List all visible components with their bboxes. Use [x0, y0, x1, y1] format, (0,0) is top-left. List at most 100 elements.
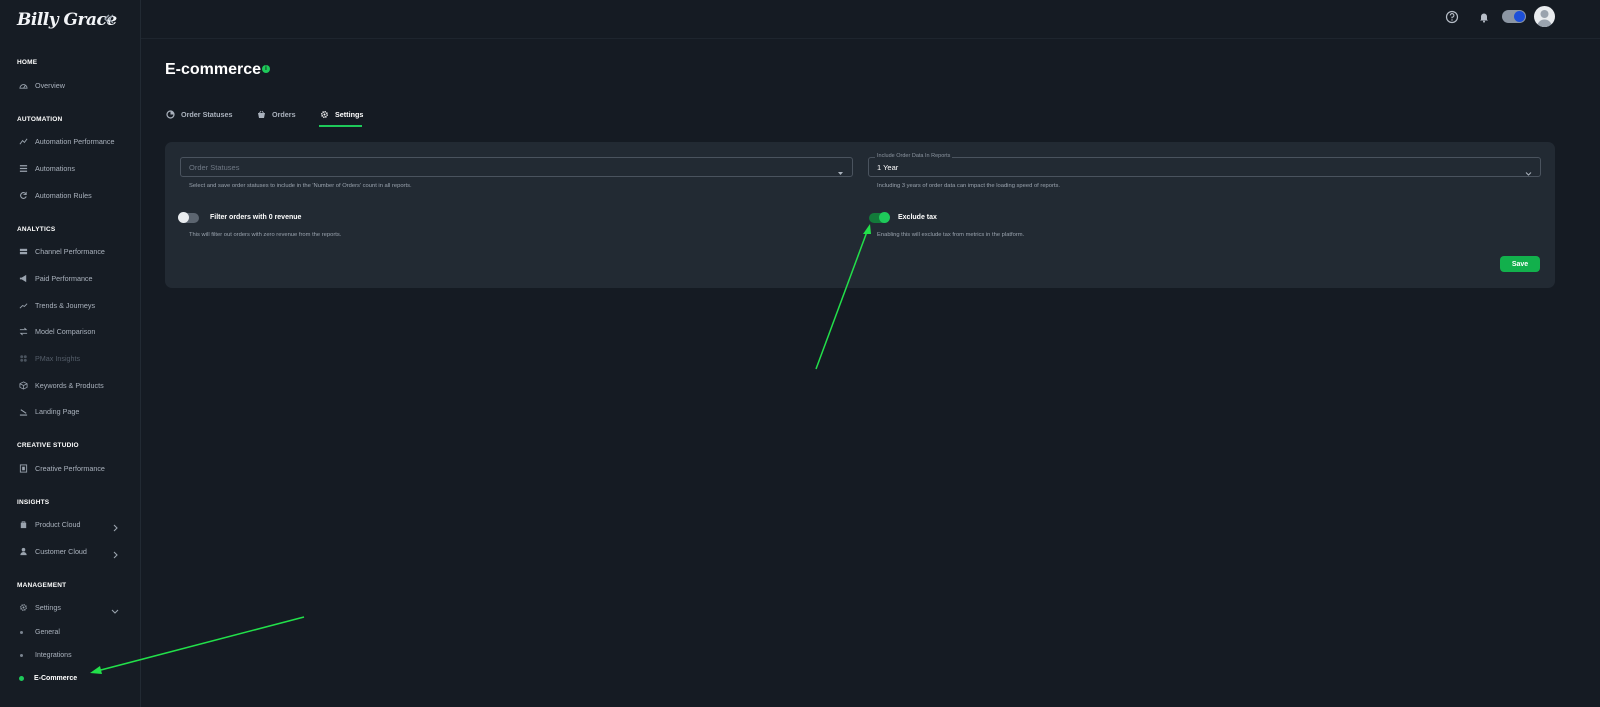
- sidebar-item-label: Paid Performance: [35, 273, 93, 283]
- section-title-automation: AUTOMATION: [17, 116, 63, 123]
- order-data-period-select[interactable]: Include Order Data In Reports 1 Year: [868, 153, 1541, 177]
- exclude-tax-toggle[interactable]: [869, 212, 890, 223]
- theme-toggle[interactable]: [1502, 10, 1526, 23]
- top-bar: [141, 0, 1600, 39]
- sidebar-subitem-label: Integrations: [35, 651, 72, 659]
- tab-orders[interactable]: Orders: [256, 104, 296, 124]
- sidebar-item-keywords-products[interactable]: Keywords & Products: [17, 376, 127, 394]
- sidebar-item-automation-performance[interactable]: Automation Performance: [17, 132, 127, 150]
- swap-icon: [17, 325, 29, 337]
- tab-settings[interactable]: Settings: [319, 104, 363, 124]
- sidebar: Billy Grace HOME Overview AUTOMATION Aut…: [0, 0, 141, 707]
- sidebar-item-automation-rules[interactable]: Automation Rules: [17, 186, 127, 204]
- image-icon: [17, 462, 29, 474]
- moon-icon: [1514, 11, 1525, 22]
- chart-line-icon: [17, 135, 29, 147]
- grid-icon: [17, 352, 29, 364]
- sidebar-item-label: Automation Performance: [35, 136, 115, 146]
- sidebar-item-automations[interactable]: Automations: [17, 159, 127, 177]
- bag-icon: [17, 518, 29, 530]
- toggle-knob: [178, 212, 189, 223]
- sidebar-item-trends-journeys[interactable]: Trends & Journeys: [17, 296, 127, 314]
- tab-order-statuses[interactable]: Order Statuses: [165, 104, 233, 124]
- avatar[interactable]: [1534, 6, 1555, 27]
- exclude-tax-helper: Enabling this will exclude tax from metr…: [877, 232, 1025, 238]
- basket-icon: [256, 109, 266, 119]
- sidebar-item-label: Creative Performance: [35, 463, 105, 473]
- filter-zero-revenue-toggle[interactable]: [178, 212, 199, 223]
- refresh-icon: [17, 189, 29, 201]
- sidebar-item-paid-performance[interactable]: Paid Performance: [17, 269, 127, 287]
- info-icon[interactable]: i: [262, 65, 270, 73]
- order-statuses-helper: Select and save order statuses to includ…: [189, 183, 412, 189]
- help-icon[interactable]: [1444, 9, 1460, 25]
- collapse-sidebar-icon[interactable]: [103, 13, 117, 27]
- brand-logo[interactable]: Billy Grace: [17, 10, 117, 30]
- toggle-knob: [879, 212, 890, 223]
- caret-down-icon: [837, 164, 844, 175]
- save-button[interactable]: Save: [1500, 256, 1540, 272]
- sidebar-item-creative-performance[interactable]: Creative Performance: [17, 459, 127, 477]
- section-title-analytics: ANALYTICS: [17, 226, 56, 233]
- status-icon: [165, 109, 175, 119]
- active-dot: [19, 675, 24, 681]
- sidebar-item-label: Trends & Journeys: [35, 300, 96, 310]
- section-title-insights: INSIGHTS: [17, 499, 50, 506]
- sidebar-subitem-e-commerce[interactable]: E-Commerce: [19, 671, 78, 685]
- sidebar-item-channel-performance[interactable]: Channel Performance: [17, 242, 127, 260]
- chevron-down-icon: [111, 602, 119, 614]
- sidebar-item-label: Product Cloud: [35, 519, 81, 529]
- filter-zero-revenue-label: Filter orders with 0 revenue: [210, 214, 302, 221]
- sidebar-subitem-label: E-Commerce: [34, 674, 78, 682]
- sidebar-item-label: Settings: [35, 602, 61, 612]
- active-tab-indicator: [319, 125, 362, 127]
- sidebar-item-model-comparison[interactable]: Model Comparison: [17, 322, 127, 340]
- gear-icon: [319, 109, 329, 119]
- select-placeholder: Order Statuses: [189, 163, 240, 172]
- page-title: E-commerce: [165, 61, 262, 78]
- sidebar-item-settings[interactable]: Settings: [17, 598, 127, 616]
- section-title-home: HOME: [17, 59, 38, 66]
- sidebar-item-label: Channel Performance: [35, 246, 105, 256]
- sidebar-item-product-cloud[interactable]: Product Cloud: [17, 515, 127, 533]
- section-title-creative-studio: CREATIVE STUDIO: [17, 442, 79, 449]
- box-icon: [17, 379, 29, 391]
- sidebar-item-label: PMax Insights: [35, 353, 81, 363]
- dashboard-icon: [17, 79, 29, 91]
- sidebar-item-label: Automation Rules: [35, 190, 92, 200]
- sidebar-subitem-integrations[interactable]: Integrations: [20, 648, 72, 662]
- gear-icon: [17, 601, 29, 613]
- sidebar-item-label: Overview: [35, 80, 65, 90]
- list-icon: [17, 162, 29, 174]
- exclude-tax-label: Exclude tax: [898, 214, 937, 221]
- sidebar-item-label: Landing Page: [35, 406, 80, 416]
- sidebar-item-label: Model Comparison: [35, 326, 96, 336]
- user-icon: [17, 545, 29, 557]
- sidebar-item-landing-page[interactable]: Landing Page: [17, 402, 127, 420]
- bullet-dot: [20, 630, 23, 634]
- sidebar-item-pmax-insights[interactable]: PMax Insights: [17, 349, 127, 367]
- tab-label: Order Statuses: [181, 109, 233, 119]
- sidebar-item-label: Automations: [35, 163, 75, 173]
- chevron-down-icon: [1525, 164, 1532, 176]
- signpost-icon: [17, 245, 29, 257]
- bullet-dot: [20, 653, 23, 657]
- select-value: 1 Year: [877, 163, 899, 172]
- sidebar-item-overview[interactable]: Overview: [17, 76, 127, 94]
- sidebar-subitem-general[interactable]: General: [20, 625, 60, 639]
- order-data-helper: Including 3 years of order data can impa…: [877, 183, 1061, 189]
- tab-label: Settings: [335, 109, 364, 119]
- chevron-right-icon: [111, 519, 119, 532]
- sidebar-subitem-label: General: [35, 628, 60, 636]
- chevron-right-icon: [111, 546, 119, 559]
- order-statuses-select[interactable]: Order Statuses: [180, 157, 853, 177]
- section-title-management: MANAGEMENT: [17, 582, 67, 589]
- sidebar-item-label: Customer Cloud: [35, 546, 87, 556]
- sidebar-item-customer-cloud[interactable]: Customer Cloud: [17, 542, 127, 560]
- select-label: Include Order Data In Reports: [875, 153, 953, 159]
- annotation-arrows: [90, 224, 871, 674]
- trend-icon: [17, 299, 29, 311]
- megaphone-icon: [17, 272, 29, 284]
- bell-icon[interactable]: [1476, 9, 1492, 25]
- filter-zero-revenue-helper: This will filter out orders with zero re…: [189, 232, 342, 238]
